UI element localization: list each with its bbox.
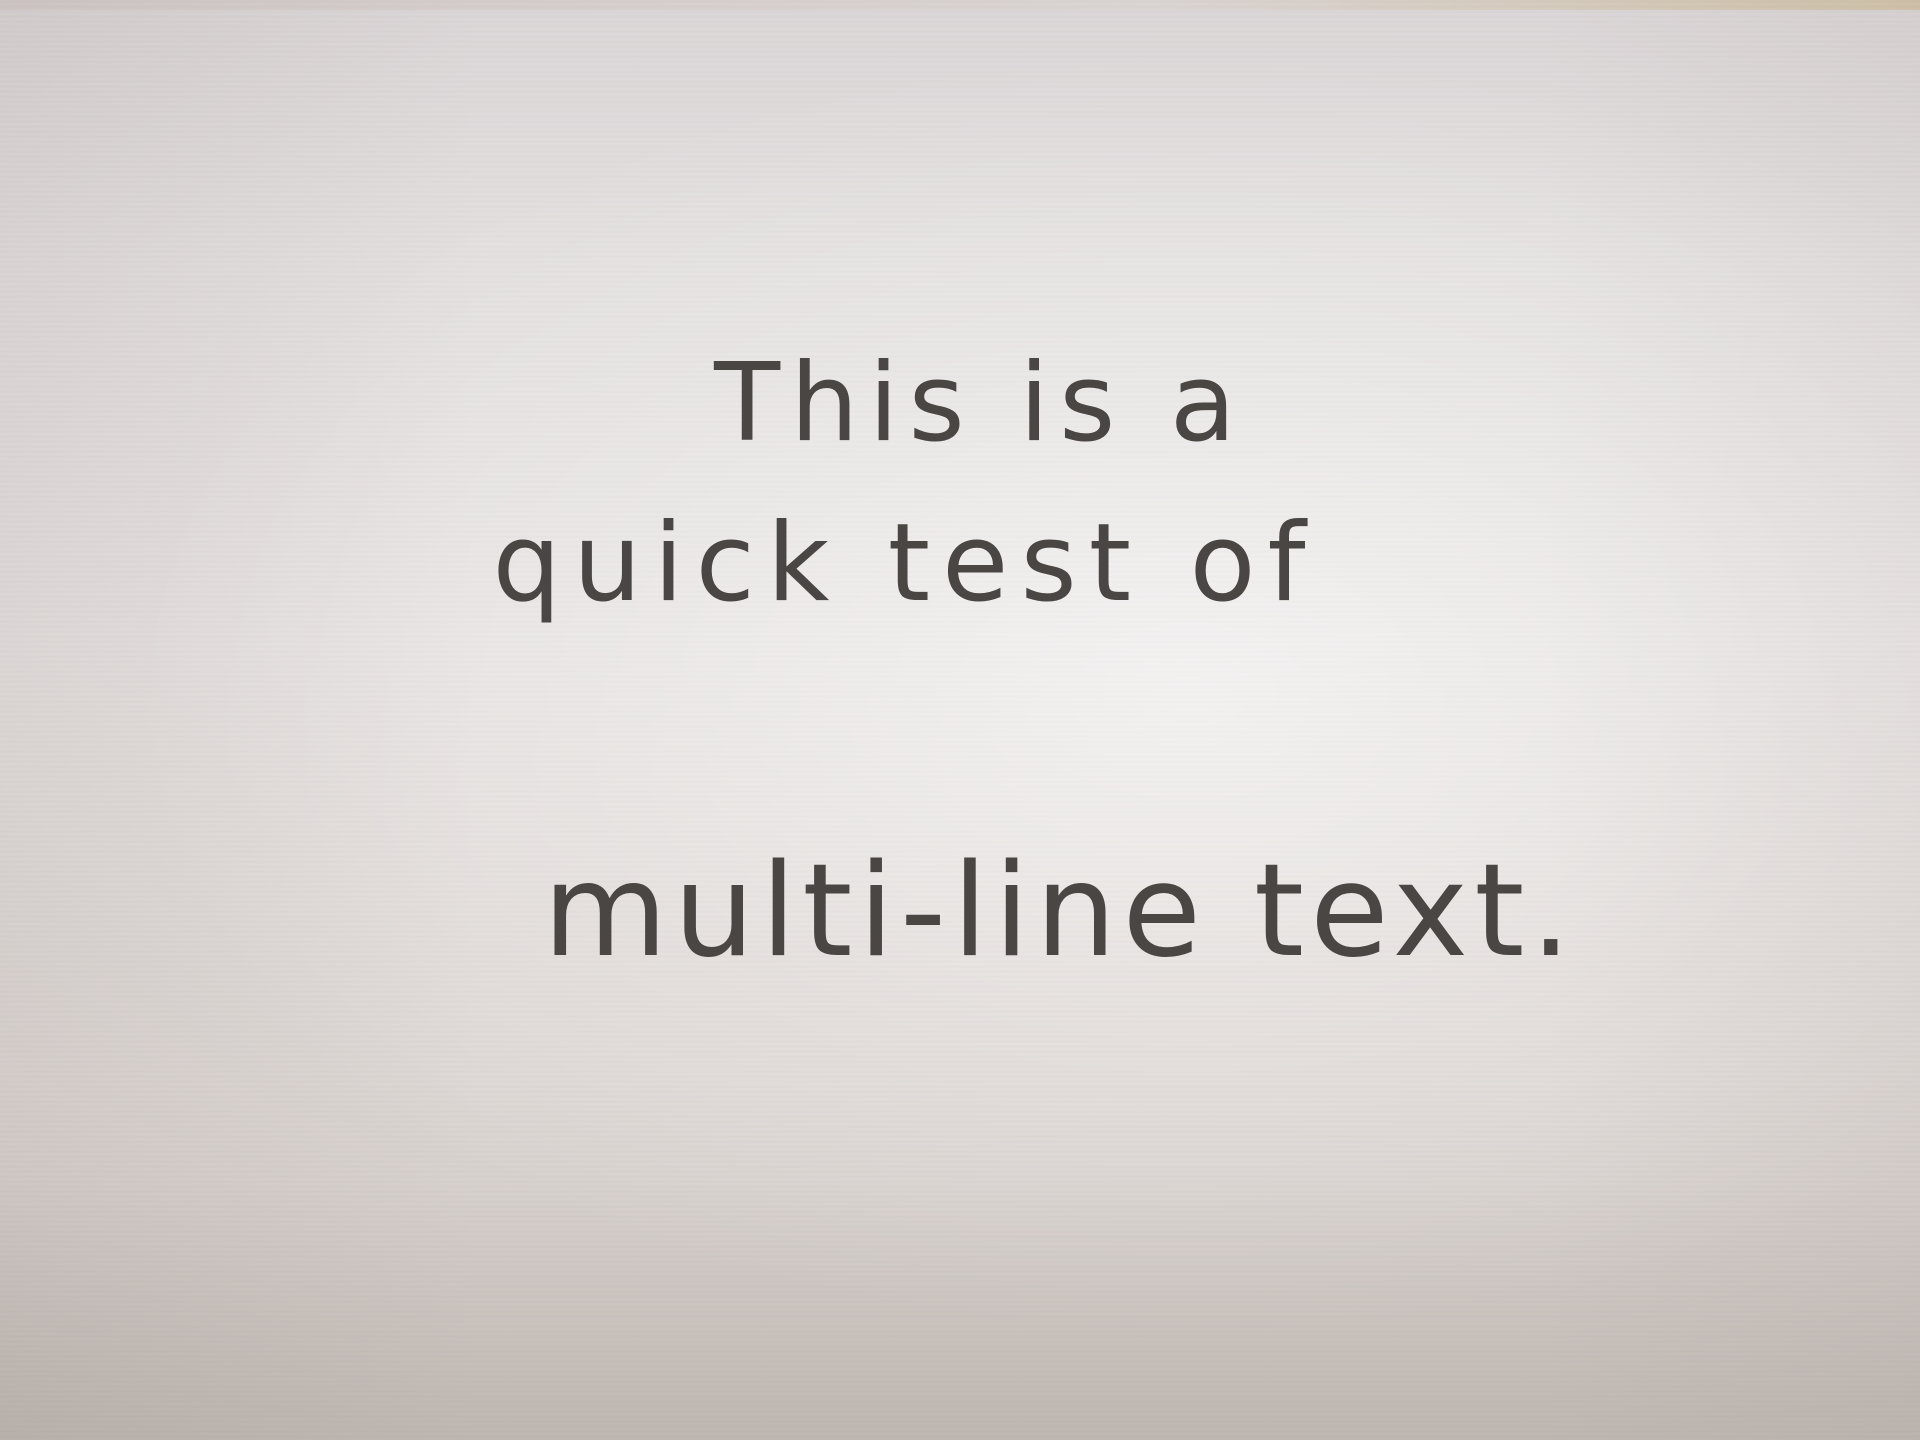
handwritten-note: This is a quick test of multi-line text.: [492, 341, 1577, 986]
note-line-1: This is a: [713, 341, 1246, 466]
note-line-2: quick test of: [492, 501, 1317, 626]
photo-scene: This is a quick test of multi-line text.: [0, 0, 1920, 1440]
note-line-3: multi-line text.: [543, 837, 1577, 986]
